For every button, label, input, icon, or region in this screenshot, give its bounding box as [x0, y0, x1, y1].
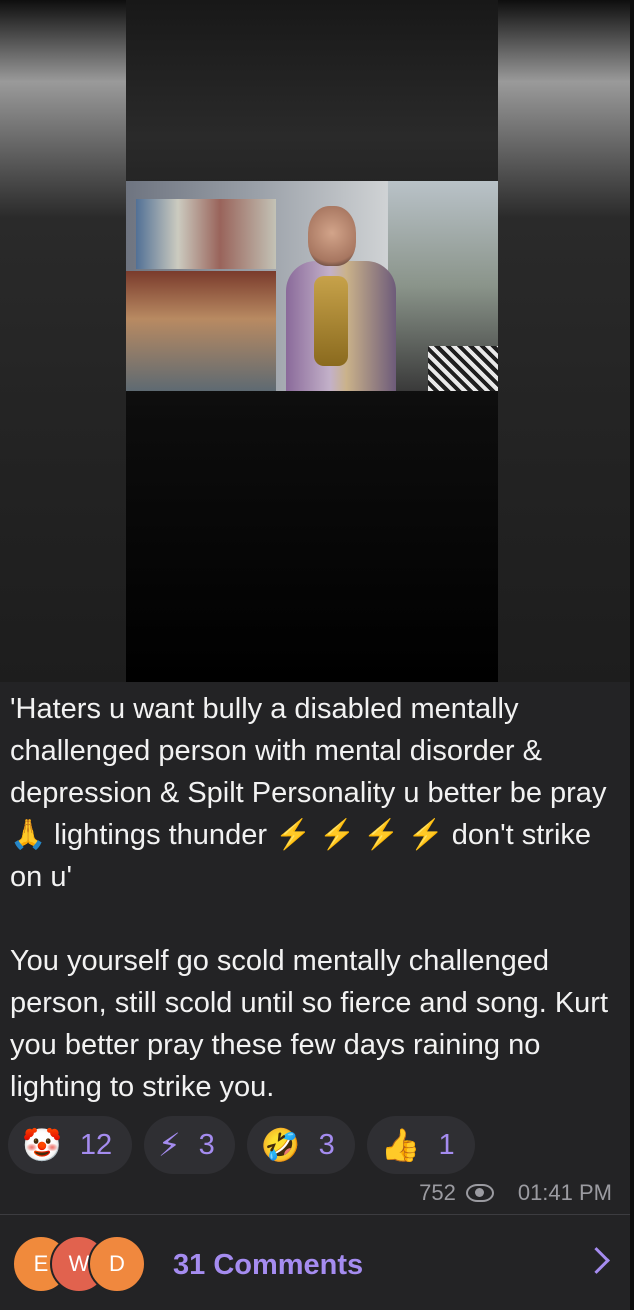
- thumbs-up-emoji-icon: 👍: [380, 1127, 421, 1163]
- message-paragraph-2: You yourself go scold mentally challenge…: [10, 945, 609, 1103]
- reaction-count: 3: [318, 1128, 335, 1161]
- rofl-emoji-icon: 🤣: [260, 1127, 301, 1163]
- reaction-rofl[interactable]: 🤣 3: [246, 1116, 355, 1174]
- clown-emoji-icon: 🤡: [22, 1127, 62, 1163]
- chevron-right-icon[interactable]: [583, 1247, 610, 1274]
- eye-icon: [465, 1184, 494, 1202]
- message-paragraph-1: 'Haters u want bully a disabled mentally…: [10, 693, 607, 893]
- reaction-count: 3: [198, 1128, 215, 1161]
- video-scene-couch: [428, 346, 498, 391]
- comments-count-label[interactable]: 31 Comments: [173, 1249, 363, 1282]
- reaction-count: 12: [79, 1128, 113, 1161]
- message-time: 01:41 PM: [517, 1180, 612, 1205]
- screen-edge: [630, 0, 634, 1310]
- avatar: D: [88, 1235, 146, 1293]
- commenter-avatars: E W D: [12, 1235, 162, 1293]
- lightning-emoji-icon: ⚡: [158, 1127, 181, 1163]
- person-head: [308, 206, 356, 266]
- reaction-lightning[interactable]: ⚡ 3: [144, 1116, 235, 1174]
- message-bubble: 'Haters u want bully a disabled mentally…: [0, 0, 630, 1310]
- message-meta: 752 01:41 PM: [419, 1180, 612, 1206]
- message-text: 'Haters u want bully a disabled mentally…: [10, 688, 620, 1108]
- reactions-row: 🤡 12 ⚡ 3 🤣 3 👍 1: [8, 1116, 475, 1174]
- reaction-count: 1: [438, 1128, 455, 1161]
- person-belt: [314, 276, 348, 366]
- comments-bar[interactable]: E W D 31 Comments: [0, 1215, 630, 1310]
- video-scene-shelf: [126, 271, 276, 391]
- video-scene-wall: [136, 199, 276, 269]
- video-frame[interactable]: [126, 181, 498, 391]
- video-scene-person: [286, 206, 396, 391]
- view-count: 752: [419, 1180, 456, 1205]
- reaction-clown[interactable]: 🤡 12: [8, 1116, 133, 1174]
- reaction-thumbs-up[interactable]: 👍 1: [366, 1116, 475, 1174]
- video-media[interactable]: [0, 0, 630, 682]
